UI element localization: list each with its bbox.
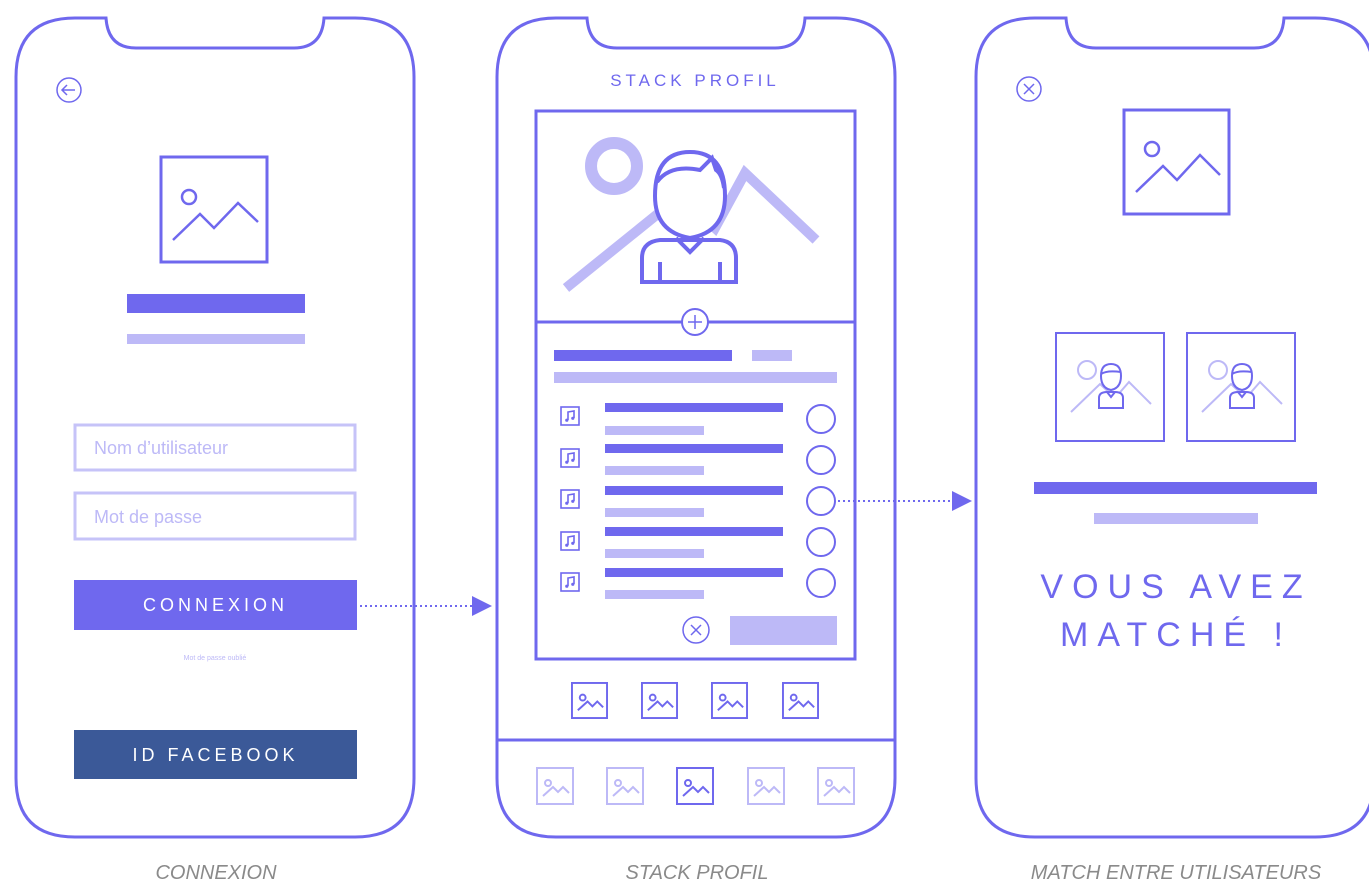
wireframe-canvas: Nom d’utilisateur Mot de passe CONNEXION… [14,16,1369,884]
username-placeholder: Nom d’utilisateur [94,438,228,458]
confirm-button[interactable] [730,616,837,645]
age-placeholder-bar [752,350,792,361]
dismiss-close-icon[interactable] [682,616,710,644]
facebook-button-label: ID FACEBOOK [132,745,298,765]
select-radio[interactable] [806,445,836,475]
select-radio[interactable] [806,527,836,557]
phone-frame [974,16,1369,839]
add-plus-icon[interactable] [681,308,709,336]
caption-connexion: CONNEXION [155,862,277,884]
password-placeholder: Mot de passe [94,507,202,527]
phone-connexion: Nom d’utilisateur Mot de passe CONNEXION… [14,16,416,839]
password-field[interactable]: Mot de passe [73,491,357,541]
match-subtitle-placeholder-bar [1094,513,1258,524]
match-title-placeholder-bar [1034,482,1317,494]
profile-card [534,109,857,661]
phone-match: VOUS AVEZ MATCHÉ ! [974,16,1369,839]
match-message-line1: VOUS AVEZ [1040,568,1311,606]
name-placeholder-bar [554,350,732,361]
select-radio[interactable] [806,568,836,598]
forgot-password-link[interactable]: Mot de passe oublié [184,655,247,662]
phone-stack-profil: STACK PROFIL [495,16,897,839]
subtitle-placeholder-bar [127,334,305,344]
username-field[interactable]: Nom d’utilisateur [73,423,357,472]
select-radio[interactable] [806,404,836,434]
title-placeholder-bar [127,294,305,313]
login-button[interactable]: CONNEXION [74,580,357,630]
stack-title: STACK PROFIL [610,71,780,90]
bio-placeholder-bar [554,372,837,383]
select-radio[interactable] [806,486,836,516]
facebook-button[interactable]: ID FACEBOOK [74,730,357,779]
login-button-label: CONNEXION [143,595,288,615]
caption-stack-profil: STACK PROFIL [626,862,769,884]
caption-match: MATCH ENTRE UTILISATEURS [1031,862,1322,884]
match-message-line2: MATCHÉ ! [1060,616,1292,654]
